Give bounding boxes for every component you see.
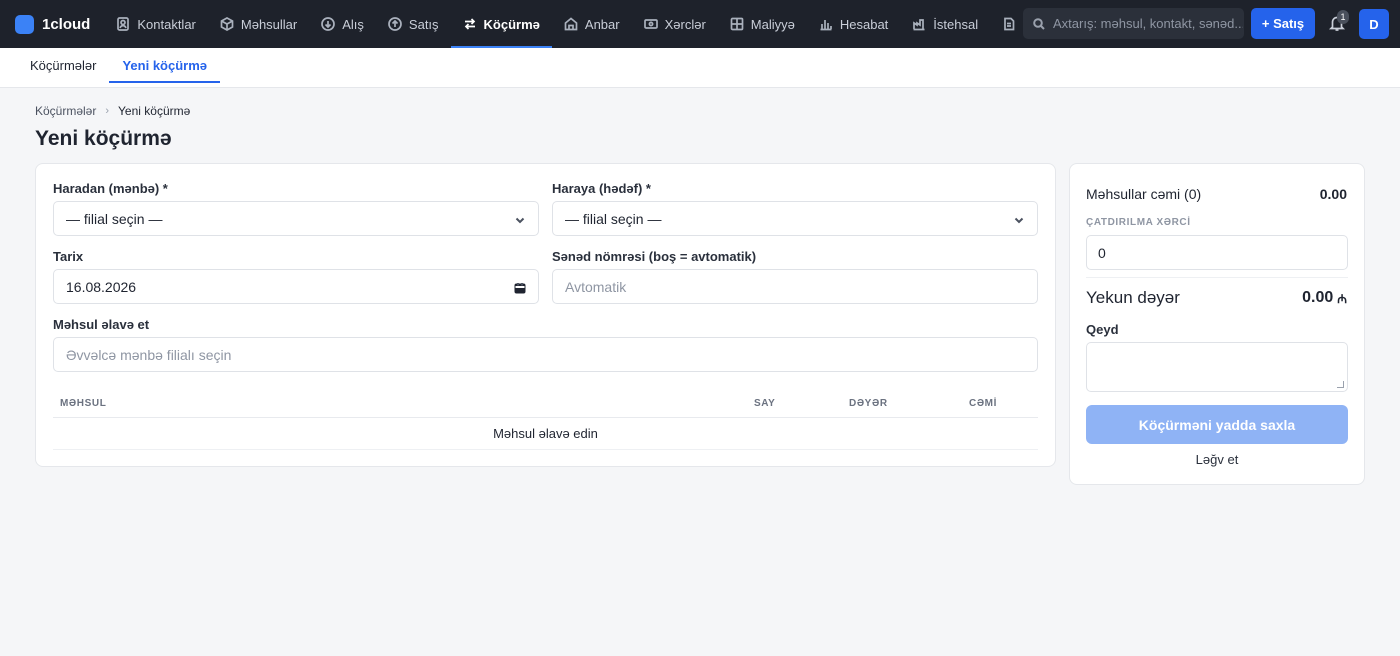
nav-item-label: Məhsullar (240, 16, 298, 32)
nav-item-warehouse[interactable]: Anbar (552, 0, 632, 48)
transfer-icon (464, 18, 475, 30)
date-input[interactable]: 16.08.2026 (53, 269, 539, 304)
add-product-input[interactable]: Əvvəlcə mənbə filialı seçin (53, 337, 1038, 372)
calendar-icon[interactable] (514, 281, 526, 294)
target-branch-select[interactable]: — filial seçin — (552, 201, 1038, 236)
purchase-icon (321, 17, 336, 31)
finance-icon (730, 17, 744, 31)
nav-item-label: Alış (342, 16, 364, 32)
col-product: MƏHSUL (60, 398, 107, 409)
tab-new-transfer[interactable]: Yeni köçürmə (109, 48, 220, 83)
nav-item-finance[interactable]: Maliyyə (718, 0, 807, 48)
source-branch-value: — filial seçin — (66, 210, 163, 227)
note-label: Qeyd (1086, 322, 1119, 337)
box-icon (220, 17, 234, 31)
resize-grip-icon[interactable] (1337, 381, 1344, 388)
page-title: Yeni köçürmə (35, 127, 172, 150)
notification-badge: 1 (1337, 10, 1349, 24)
docnum-input[interactable]: Avtomatik (552, 269, 1038, 304)
shipping-cost-input[interactable]: 0 (1086, 235, 1348, 270)
chevron-right-icon: › (105, 105, 110, 117)
target-branch-value: — filial seçin — (565, 210, 662, 227)
logo-mark-icon (15, 14, 34, 34)
nav-item-label: Xərclər (664, 16, 706, 32)
nav-item-products[interactable]: Məhsullar (208, 0, 309, 48)
warehouse-icon (564, 17, 578, 31)
date-label: Tarix (53, 249, 84, 264)
nav-item-transfer[interactable]: Köçürmə (450, 0, 553, 48)
nav-item-report[interactable]: Hesabat (807, 0, 900, 48)
source-branch-select[interactable]: — filial seçin — (53, 201, 539, 236)
final-value-amount: 0.00 (1302, 289, 1334, 306)
app-logo[interactable]: 1cloud (15, 14, 91, 34)
new-sale-button[interactable]: + Satış (1251, 8, 1315, 39)
nav-item-production[interactable]: İstehsal (900, 0, 990, 48)
cancel-link[interactable]: Ləğv et (1086, 452, 1348, 467)
col-qty: SAY (754, 398, 776, 409)
breadcrumb-current: Yeni köçürmə (118, 104, 191, 118)
chevron-down-icon (1013, 213, 1025, 225)
nav-item-label: Anbar (584, 16, 620, 32)
shipping-cost-label: ÇATDIRILMA XƏRCİ (1086, 217, 1191, 228)
sub-navbar: Köçürmələr Yeni köçürmə (0, 48, 1400, 88)
nav-item-label: Maliyyə (750, 16, 795, 32)
document-icon (1004, 17, 1015, 31)
target-label: Haraya (hədəf) * (552, 181, 651, 196)
chevron-down-icon (514, 213, 526, 225)
report-icon (820, 20, 832, 31)
contacts-icon (117, 17, 130, 31)
note-textarea[interactable] (1086, 342, 1348, 392)
products-total-label: Məhsullar cəmi (0) (1086, 186, 1202, 202)
nav-item-label: Kontaktlar (137, 16, 196, 32)
table-empty-state: Məhsul əlavə edin (53, 418, 1038, 450)
add-product-label: Məhsul əlavə et (53, 317, 150, 332)
nav-item-label: İstehsal (933, 16, 979, 32)
app-name: 1cloud (42, 15, 91, 33)
search-input[interactable] (1053, 16, 1243, 31)
final-value: 0.00 ₼ (1302, 289, 1347, 307)
breadcrumb: Köçürmələr › Yeni köçürmə (35, 104, 190, 118)
sale-icon (388, 17, 402, 31)
global-search[interactable] (1023, 8, 1244, 39)
transfer-form-card: Haradan (mənbə) * — filial seçin — Haray… (35, 163, 1056, 467)
nav-item-expenses[interactable]: Xərclər (632, 0, 718, 48)
col-value: DƏYƏR (849, 398, 888, 409)
user-avatar[interactable]: D (1359, 9, 1389, 39)
save-transfer-button[interactable]: Köçürməni yadda saxla (1086, 405, 1348, 444)
products-total-value: 0.00 (1319, 186, 1347, 202)
table-header: MƏHSUL SAY DƏYƏR CƏMİ (53, 390, 1038, 418)
docnum-placeholder: Avtomatik (565, 278, 627, 295)
nav-item-purchase[interactable]: Alış (309, 0, 376, 48)
production-icon (913, 19, 925, 31)
breadcrumb-parent[interactable]: Köçürmələr (35, 104, 96, 118)
docnum-label: Sənəd nömrəsi (boş = avtomatik) (552, 249, 757, 264)
nav-item-sale[interactable]: Satış (376, 0, 451, 48)
nav-item-label: Hesabat (839, 16, 889, 32)
summary-card: Məhsullar cəmi (0) 0.00 ÇATDIRILMA XƏRCİ… (1069, 163, 1365, 485)
currency-manat-icon: ₼ (1337, 291, 1347, 306)
nav-item-contacts[interactable]: Kontaktlar (104, 0, 208, 48)
main-nav: Kontaktlar Məhsullar Alış Satış Köçürmə … (104, 0, 1035, 48)
shipping-cost-value: 0 (1098, 244, 1106, 261)
nav-item-label: Köçürmə (483, 16, 540, 32)
search-icon (1033, 17, 1045, 30)
add-product-placeholder: Əvvəlcə mənbə filialı seçin (66, 346, 232, 363)
date-value: 16.08.2026 (66, 278, 137, 295)
divider (1086, 277, 1348, 278)
nav-item-label: Satış (408, 16, 439, 32)
expense-icon (643, 19, 658, 29)
source-label: Haradan (mənbə) * (53, 181, 168, 196)
final-value-label: Yekun dəyər (1086, 288, 1180, 307)
col-total: CƏMİ (969, 398, 997, 409)
tab-transfers[interactable]: Köçürmələr (17, 48, 109, 83)
top-navbar: 1cloud Kontaktlar Məhsullar Alış Satış K… (0, 0, 1400, 48)
